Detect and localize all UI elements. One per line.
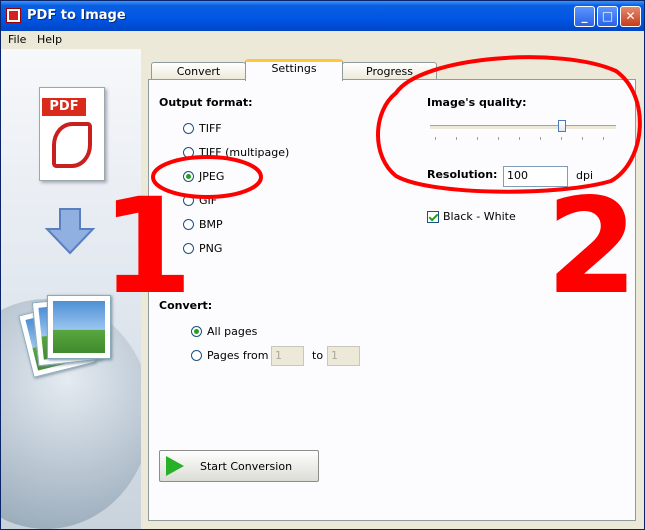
menu-help[interactable]: Help	[37, 33, 62, 46]
close-button[interactable]: ✕	[620, 6, 641, 27]
pages-from-input[interactable]: 1	[271, 346, 304, 366]
menu-file[interactable]: File	[8, 33, 26, 46]
radio-tiff-multipage[interactable]: TIFF (multipage)	[183, 146, 289, 159]
radio-all-pages[interactable]: All pages	[191, 325, 257, 338]
down-arrow-icon	[44, 208, 96, 255]
minimize-button[interactable]: _	[574, 6, 595, 27]
maximize-button[interactable]: □	[597, 6, 618, 27]
app-window: PDF to Image _ □ ✕ File Help PDF Convert…	[0, 0, 645, 530]
quality-slider-track[interactable]	[430, 125, 616, 130]
black-white-checkbox[interactable]: Black - White	[427, 210, 516, 223]
tab-convert[interactable]: Convert	[151, 62, 246, 80]
annotation-number-one: 1	[101, 170, 193, 324]
pdf-swirl	[52, 122, 92, 168]
window-title: PDF to Image	[27, 8, 126, 23]
pages-to-label: to	[312, 349, 324, 362]
minimize-icon: _	[581, 9, 588, 23]
title-bar: PDF to Image _ □ ✕	[1, 1, 644, 31]
close-icon: ✕	[625, 9, 636, 23]
pages-to-input[interactable]: 1	[327, 346, 360, 366]
image-quality-label: Image's quality:	[427, 96, 527, 109]
radio-pages-from[interactable]: Pages from	[191, 349, 268, 362]
pdf-document-icon: PDF	[39, 87, 105, 181]
resolution-label: Resolution:	[427, 168, 498, 181]
radio-tiff[interactable]: TIFF	[183, 122, 222, 135]
annotation-number-two: 2	[546, 170, 638, 324]
start-conversion-button[interactable]: Start Conversion	[159, 450, 319, 482]
menu-bar: File Help	[1, 31, 644, 49]
tab-settings[interactable]: Settings	[245, 59, 343, 81]
quality-slider-thumb[interactable]	[558, 120, 566, 132]
output-format-label: Output format:	[159, 96, 253, 109]
tab-progress[interactable]: Progress	[342, 62, 437, 80]
maximize-icon: □	[601, 9, 614, 23]
app-icon[interactable]	[6, 8, 21, 23]
pdf-label: PDF	[42, 98, 86, 116]
play-icon	[166, 456, 184, 476]
